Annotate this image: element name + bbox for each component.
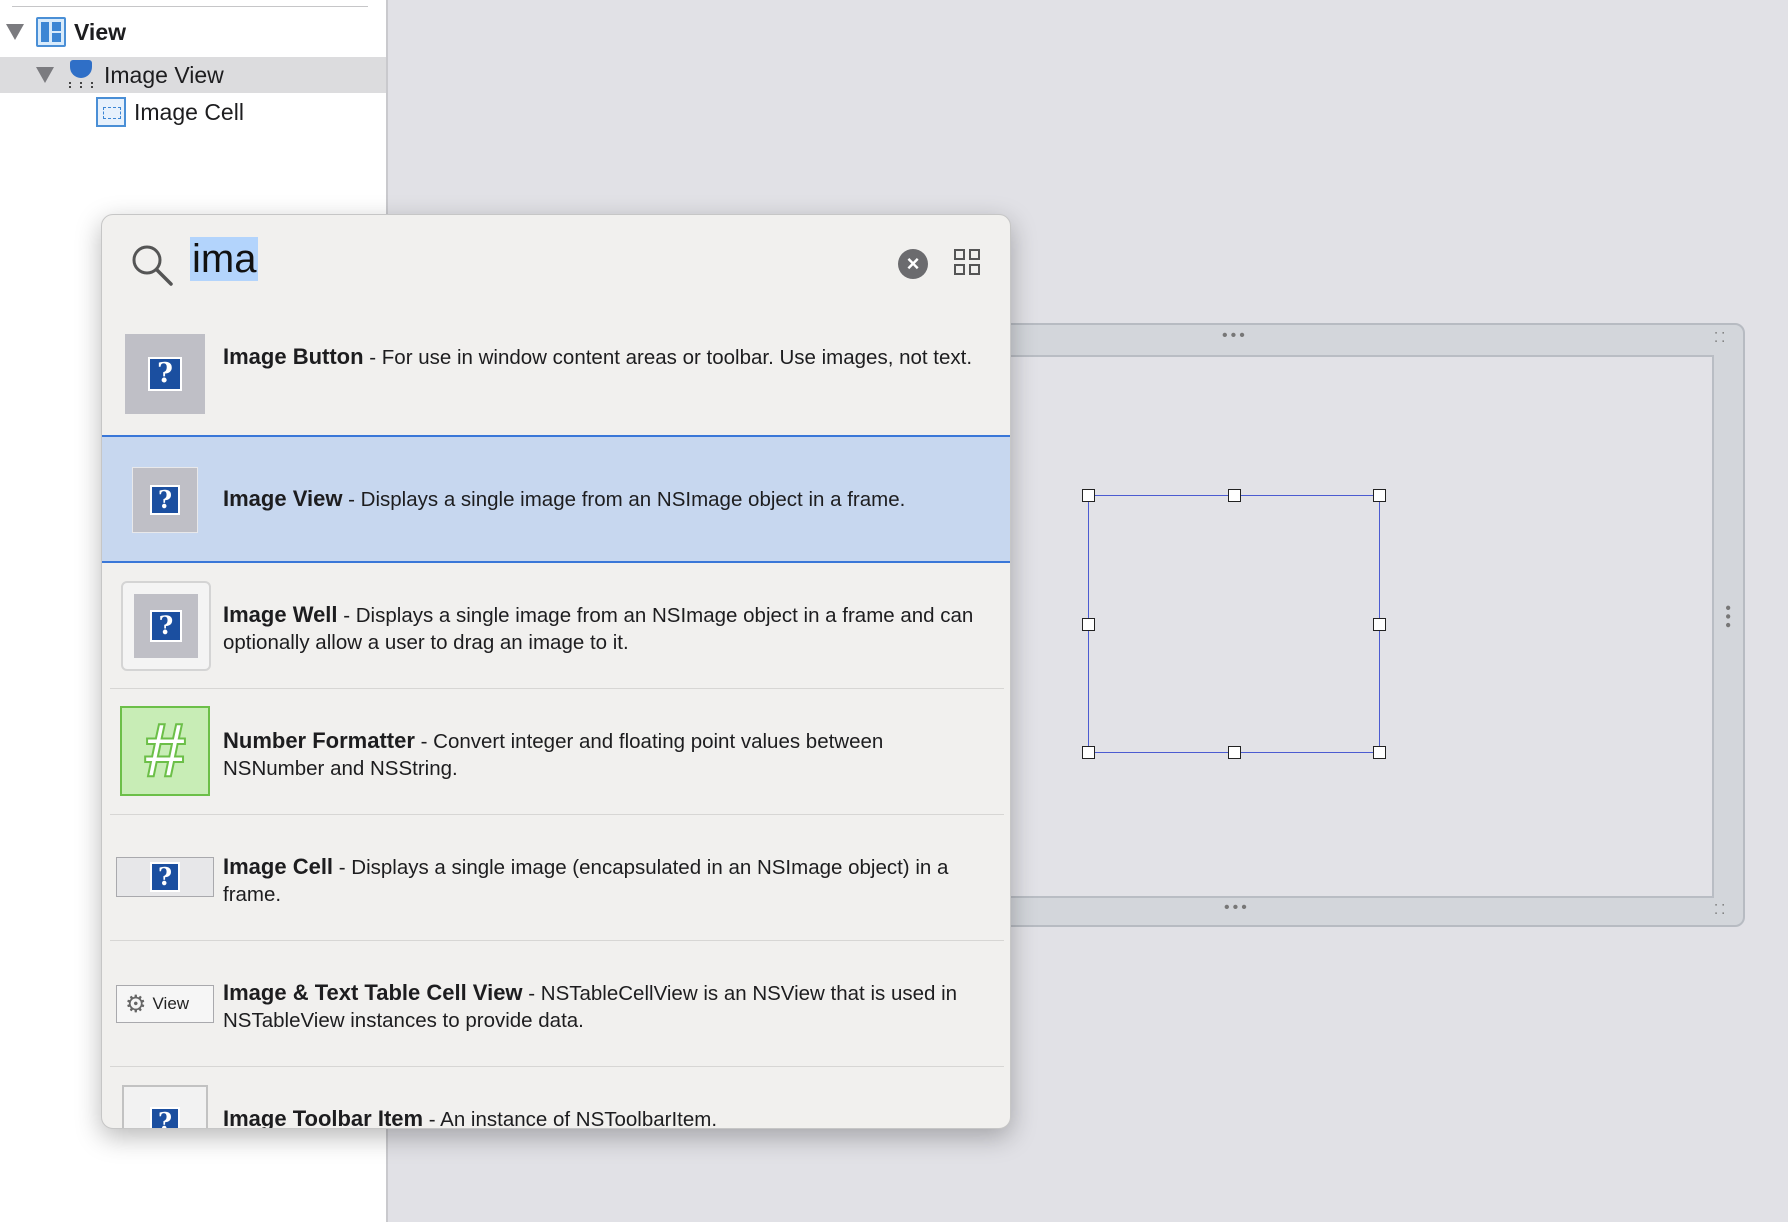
image-cell-thumbnail: ? — [116, 857, 214, 897]
resize-handle[interactable] — [1373, 489, 1386, 502]
library-item-title: Image & Text Table Cell View — [223, 980, 523, 1005]
outline-item-image-view[interactable]: Image View — [0, 57, 386, 93]
library-item-image-well[interactable]: ? Image Well - Displays a single image f… — [102, 563, 1010, 689]
library-item-title: Image Cell — [223, 854, 334, 879]
object-library-popover: ima × ? Image Button - For use in window… — [101, 214, 1011, 1129]
outline-item-label: View — [74, 18, 126, 45]
library-item-description: - For use in window content areas or too… — [363, 346, 973, 369]
disclosure-triangle-icon[interactable] — [6, 24, 24, 40]
question-mark-icon: ? — [148, 357, 182, 391]
library-item-image-button[interactable]: ? Image Button - For use in window conte… — [102, 315, 1010, 435]
selected-image-view[interactable] — [1082, 489, 1386, 759]
image-view-icon — [66, 60, 96, 90]
question-mark-icon: ? — [150, 1107, 180, 1128]
divider — [12, 6, 368, 7]
library-item-text: Image Button - For use in window content… — [223, 343, 983, 371]
outline-item-label: Image View — [104, 61, 224, 88]
resize-handle[interactable] — [1373, 746, 1386, 759]
library-item-text: Image & Text Table Cell View - NSTableCe… — [223, 979, 983, 1034]
library-item-title: Image View — [223, 486, 343, 511]
toolbar-item-thumbnail: ? — [122, 1085, 208, 1128]
grid-view-toggle-icon[interactable] — [954, 249, 982, 277]
top-resize-grip-icon[interactable]: ••• — [1222, 328, 1248, 344]
library-search-bar: ima × — [102, 215, 1010, 315]
resize-handle[interactable] — [1373, 618, 1386, 631]
clear-search-icon[interactable]: × — [898, 249, 928, 279]
disclosure-triangle-icon[interactable] — [36, 67, 54, 83]
table-cell-view-thumbnail: ⚙ View — [116, 985, 214, 1023]
resize-handle[interactable] — [1082, 746, 1095, 759]
library-item-image-view[interactable]: ? Image View - Displays a single image f… — [102, 435, 1010, 563]
resize-handle[interactable] — [1082, 489, 1095, 502]
library-item-title: Image Button — [223, 344, 364, 369]
image-well-thumbnail: ? — [121, 581, 211, 671]
library-item-image-toolbar-item[interactable]: ? Image Toolbar Item - An instance of NS… — [102, 1067, 1010, 1129]
image-cell-icon — [96, 97, 126, 127]
library-item-description: - An instance of NSToolbarItem. — [423, 1108, 718, 1129]
thumbnail-label: View — [152, 994, 190, 1013]
question-mark-icon: ? — [150, 485, 180, 515]
side-resize-grip-icon[interactable]: ••• — [1719, 605, 1736, 645]
outline-item-view[interactable]: View — [0, 14, 386, 50]
image-view-thumbnail: ? — [132, 467, 198, 533]
question-mark-icon: ? — [150, 610, 182, 642]
library-item-text: Number Formatter - Convert integer and f… — [223, 727, 983, 782]
library-item-image-text-table-cell-view[interactable]: ⚙ View Image & Text Table Cell View - NST… — [102, 941, 1010, 1067]
question-mark-icon: ? — [150, 862, 180, 892]
library-item-image-cell[interactable]: ? Image Cell - Displays a single image (… — [102, 815, 1010, 941]
resize-handle[interactable] — [1228, 489, 1241, 502]
resize-handle[interactable] — [1228, 746, 1241, 759]
search-input[interactable]: ima — [190, 237, 259, 282]
hash-icon: # — [120, 706, 210, 796]
image-button-thumbnail: ? — [125, 334, 205, 414]
bottom-resize-grip-icon[interactable]: ••• — [1224, 900, 1250, 916]
corner-resize-grip-icon[interactable]: ⁚⁚ — [1714, 903, 1728, 916]
library-item-number-formatter[interactable]: # Number Formatter - Convert integer and… — [102, 689, 1010, 815]
library-item-text: Image Toolbar Item - An instance of NSTo… — [223, 1105, 983, 1129]
library-item-description: - Displays a single image from an NSImag… — [342, 488, 906, 511]
view-icon — [36, 17, 66, 47]
outline-item-image-cell[interactable]: Image Cell — [0, 94, 386, 130]
gear-icon: ⚙ — [125, 990, 147, 1018]
library-item-title: Image Well — [223, 602, 338, 627]
library-item-title: Image Toolbar Item — [223, 1106, 424, 1129]
library-item-text: Image View - Displays a single image fro… — [223, 485, 983, 513]
library-item-text: Image Well - Displays a single image fro… — [223, 601, 983, 656]
library-item-text: Image Cell - Displays a single image (en… — [223, 853, 983, 908]
outline-item-label: Image Cell — [134, 98, 244, 125]
search-input-selected-text: ima — [190, 237, 259, 281]
library-item-title: Number Formatter — [223, 728, 415, 753]
search-icon — [132, 245, 173, 286]
corner-resize-grip-icon[interactable]: ⁚⁚ — [1714, 331, 1728, 344]
resize-handle[interactable] — [1082, 618, 1095, 631]
